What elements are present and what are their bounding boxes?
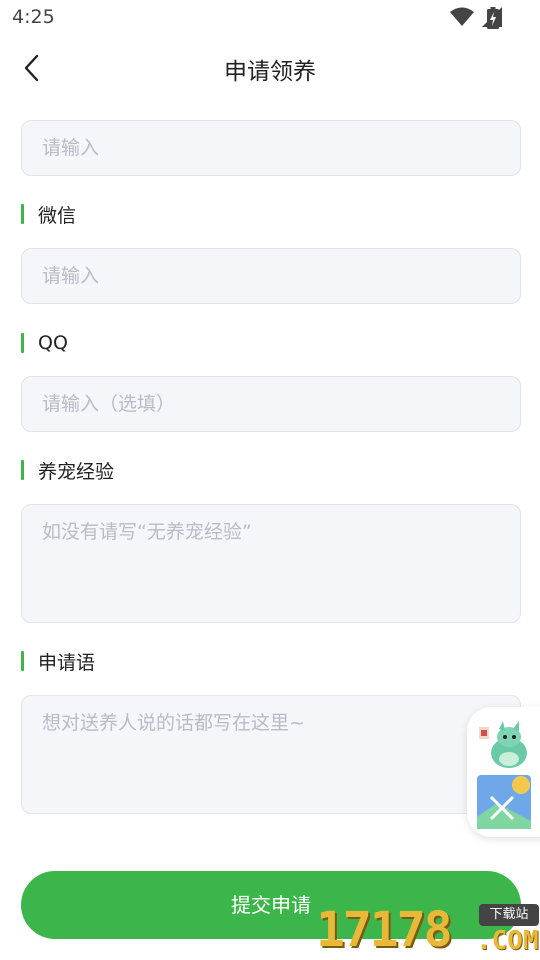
qq-label-text: QQ — [38, 332, 68, 354]
label-accent-bar — [21, 651, 24, 671]
wifi-icon — [450, 7, 474, 26]
wechat-input[interactable]: 请输入 — [21, 248, 521, 304]
experience-label: 养宠经验 — [21, 458, 115, 483]
qq-input[interactable]: 请输入（选填） — [21, 376, 521, 432]
mascot-icon[interactable] — [475, 719, 533, 771]
watermark-number: 17178 — [316, 902, 452, 958]
label-accent-bar — [21, 204, 24, 224]
battery-charging-icon — [487, 7, 499, 29]
message-label-text: 申请语 — [38, 651, 96, 674]
floating-panel — [467, 707, 540, 837]
wechat-label-text: 微信 — [38, 204, 77, 227]
page-title: 申请领养 — [224, 59, 316, 85]
message-textarea[interactable]: 想对送养人说的话都写在这里~ — [21, 695, 521, 814]
label-accent-bar — [21, 333, 24, 353]
app-header: 申请领养 — [0, 36, 540, 102]
image-icon[interactable] — [477, 775, 531, 829]
watermark-tag: 下载站 — [479, 904, 539, 926]
watermark-logo: 17178 .COM 下载站 — [316, 900, 540, 960]
experience-label-text: 养宠经验 — [38, 460, 115, 483]
label-accent-bar — [21, 460, 24, 480]
first-input[interactable]: 请输入 — [21, 120, 521, 176]
experience-textarea[interactable]: 如没有请写“无养宠经验” — [21, 504, 521, 623]
status-bar: 4:25 — [0, 0, 540, 36]
status-time: 4:25 — [12, 6, 55, 28]
wechat-label: 微信 — [21, 202, 77, 227]
watermark-domain: .COM — [476, 926, 539, 956]
qq-label: QQ — [21, 331, 68, 355]
message-label: 申请语 — [21, 649, 96, 674]
